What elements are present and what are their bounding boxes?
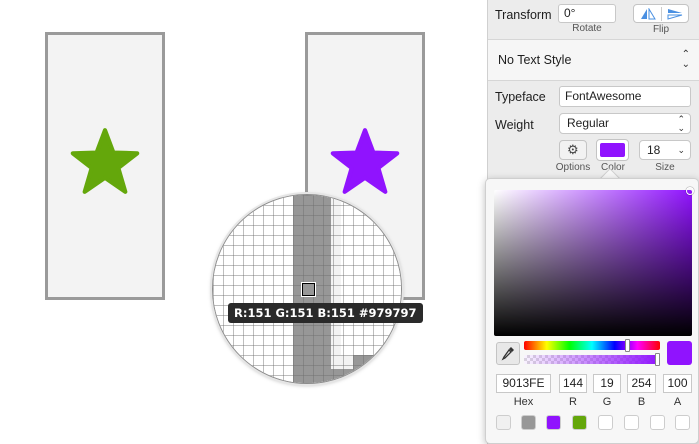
- alpha-label: A: [673, 396, 682, 408]
- size-select[interactable]: 18 ⌄: [639, 140, 691, 160]
- current-color-swatch: [667, 341, 692, 365]
- text-section: Typeface FontAwesome Weight Regular ⌃ ⌄ ⚙…: [488, 81, 699, 181]
- text-style-value: No Text Style: [498, 53, 572, 67]
- flip-vertical-icon[interactable]: [667, 8, 683, 20]
- document-swatch[interactable]: [521, 415, 536, 430]
- green-field[interactable]: 19: [593, 374, 621, 393]
- eyedropper-icon: [501, 347, 514, 361]
- star-icon-purple[interactable]: [330, 127, 400, 195]
- red-label: R: [569, 396, 577, 408]
- document-swatch[interactable]: [650, 415, 665, 430]
- chevron-down-icon: ⌄: [677, 145, 685, 155]
- alpha-slider[interactable]: [524, 353, 660, 366]
- document-swatch[interactable]: [546, 415, 561, 430]
- typeface-label: Typeface: [495, 90, 546, 104]
- text-style-select[interactable]: No Text Style ⌃ ⌄: [488, 40, 699, 81]
- rotate-field[interactable]: 0°: [558, 4, 616, 23]
- options-button[interactable]: ⚙: [559, 140, 587, 160]
- saturation-brightness-field[interactable]: [494, 187, 694, 336]
- hue-slider-knob[interactable]: [625, 339, 630, 352]
- color-well-swatch: [600, 143, 625, 157]
- document-swatch[interactable]: [496, 415, 511, 430]
- hue-slider[interactable]: [524, 339, 660, 352]
- document-swatch[interactable]: [572, 415, 587, 430]
- hex-field[interactable]: 9013FE: [496, 374, 551, 393]
- color-magnifier-loupe[interactable]: [212, 194, 402, 384]
- alpha-field[interactable]: 100: [663, 374, 692, 393]
- size-value: 18: [647, 143, 661, 157]
- weight-select[interactable]: Regular ⌃ ⌄: [559, 113, 691, 134]
- canvas[interactable]: R:151 G:151 B:151 #979797: [0, 0, 487, 444]
- star-icon-green[interactable]: [70, 127, 140, 195]
- flip-label: Flip: [652, 24, 670, 35]
- artboard-left[interactable]: [45, 32, 165, 300]
- transform-label: Transform: [495, 8, 552, 22]
- hex-label: Hex: [513, 396, 534, 408]
- color-picker-popover: 9013FE 144 19 254 100 Hex R G B A: [485, 178, 699, 444]
- red-field[interactable]: 144: [559, 374, 587, 393]
- chevron-updown-icon: ⌃ ⌄: [677, 114, 685, 133]
- size-label: Size: [655, 162, 675, 173]
- flip-horizontal-icon[interactable]: [640, 8, 656, 20]
- document-swatch[interactable]: [675, 415, 690, 430]
- gear-icon: ⚙: [567, 142, 579, 157]
- transform-section: Transform 0° Rotate Flip: [488, 0, 699, 40]
- saturation-handle[interactable]: [686, 187, 694, 195]
- weight-label: Weight: [495, 118, 534, 132]
- blue-label: B: [637, 396, 646, 408]
- document-swatch[interactable]: [624, 415, 639, 430]
- flip-divider: [661, 7, 662, 21]
- star-shape-purple: [330, 128, 400, 194]
- options-label: Options: [555, 162, 591, 173]
- chevron-updown-icon: ⌃ ⌄: [681, 49, 690, 70]
- rotate-label: Rotate: [572, 23, 602, 34]
- flip-buttons[interactable]: [633, 4, 689, 23]
- color-well-button[interactable]: [596, 139, 629, 161]
- typeface-field[interactable]: FontAwesome: [559, 86, 691, 107]
- weight-value: Regular: [567, 116, 610, 130]
- document-swatch[interactable]: [598, 415, 613, 430]
- eyedropper-button[interactable]: [496, 342, 520, 365]
- blue-field[interactable]: 254: [627, 374, 656, 393]
- pixel-color-readout: R:151 G:151 B:151 #979797: [228, 303, 423, 323]
- star-shape-green: [70, 128, 140, 194]
- text-style-section: No Text Style ⌃ ⌄: [488, 40, 699, 81]
- alpha-slider-knob[interactable]: [655, 353, 660, 366]
- loupe-target-pixel: [302, 283, 315, 296]
- green-label: G: [602, 396, 612, 408]
